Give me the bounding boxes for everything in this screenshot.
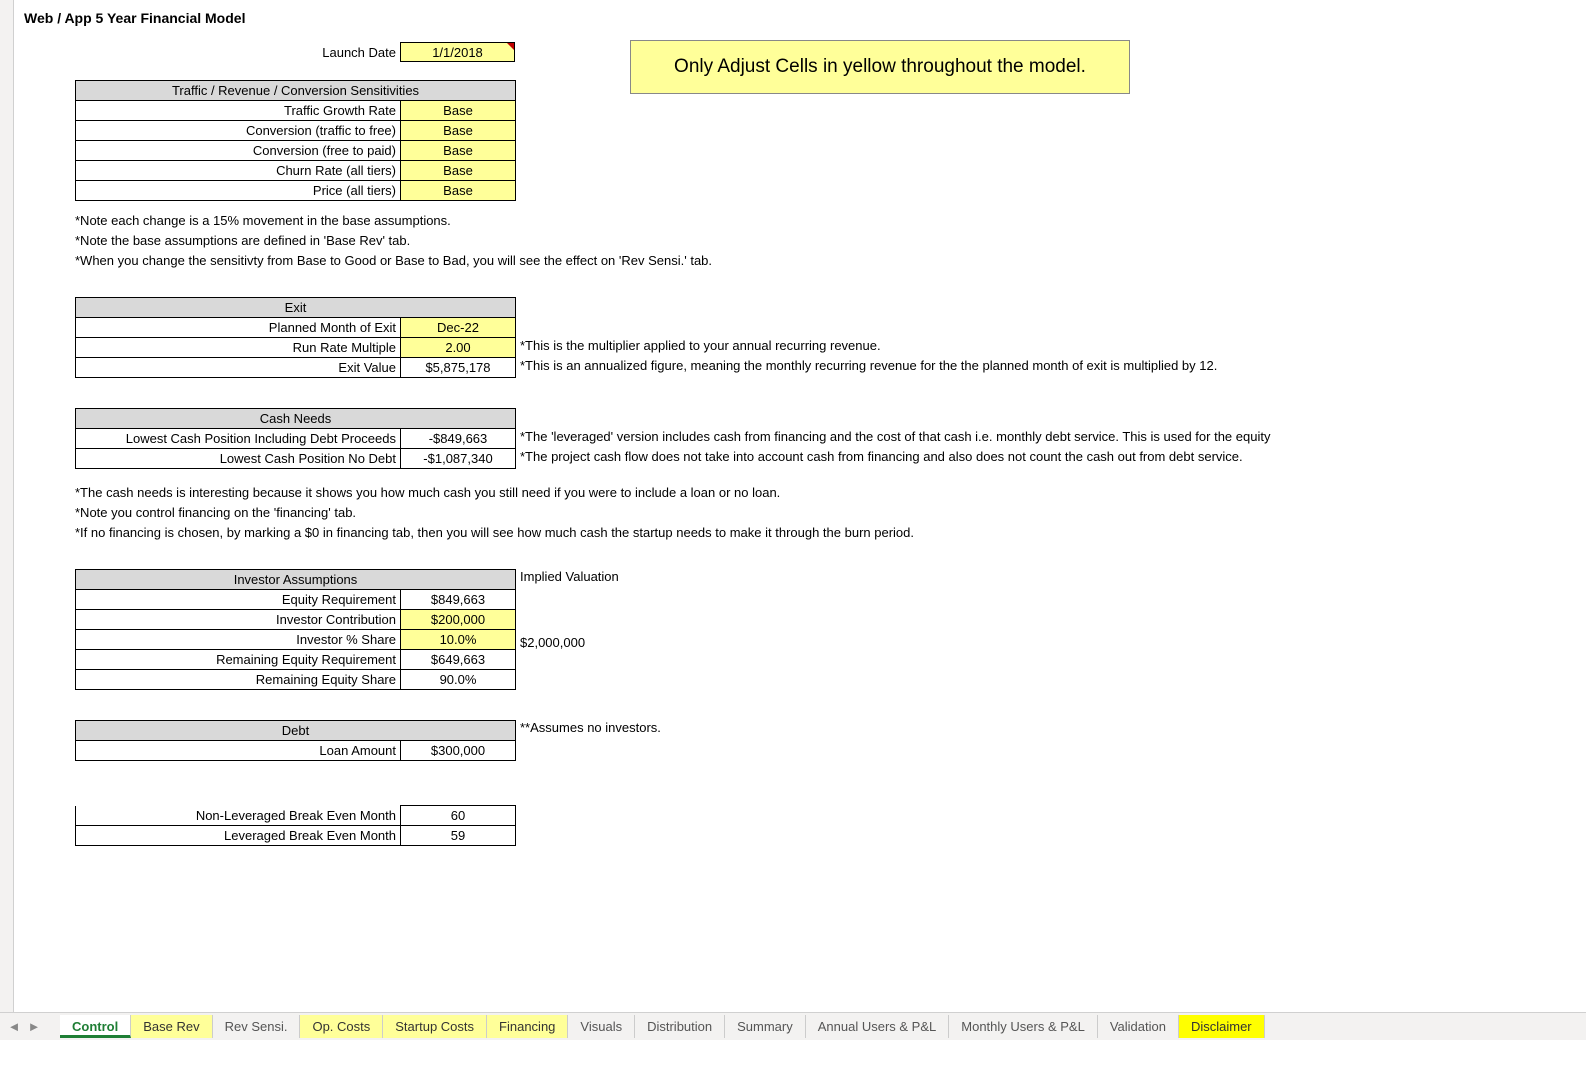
inv-label: Equity Requirement: [76, 590, 401, 610]
inv-value: 90.0%: [401, 670, 516, 690]
cash-notes: *The cash needs is interesting because i…: [75, 483, 1586, 543]
content-region: Launch Date 1/1/2018 Traffic / Revenue /…: [75, 42, 1586, 846]
inv-label: Investor Contribution: [76, 610, 401, 630]
sheet-tab-op-costs[interactable]: Op. Costs: [300, 1015, 383, 1038]
sheet-tab-summary[interactable]: Summary: [725, 1015, 806, 1038]
be-label: Leveraged Break Even Month: [76, 826, 401, 846]
note-line: *Note the base assumptions are defined i…: [75, 231, 1586, 251]
implied-valuation-header: Implied Valuation: [516, 569, 619, 591]
sens-label: Traffic Growth Rate: [76, 101, 401, 121]
inv-value[interactable]: 10.0%: [401, 630, 516, 650]
sheet-tab-rev-sensi[interactable]: Rev Sensi.: [213, 1015, 301, 1038]
page-title: Web / App 5 Year Financial Model: [24, 10, 1586, 26]
cash-value: -$849,663: [401, 429, 516, 449]
cash-note: *The 'leveraged' version includes cash f…: [516, 429, 1270, 449]
launch-date-label: Launch Date: [75, 45, 400, 60]
sensitivities-table: Traffic / Revenue / Conversion Sensitivi…: [75, 80, 516, 201]
sheet-tab-control[interactable]: Control: [60, 1015, 131, 1038]
inv-value[interactable]: $200,000: [401, 610, 516, 630]
inv-note: [516, 613, 619, 635]
sens-value[interactable]: Base: [401, 121, 516, 141]
note-line: *If no financing is chosen, by marking a…: [75, 523, 1586, 543]
tab-nav-next-icon[interactable]: ►: [24, 1019, 44, 1034]
exit-label: Run Rate Multiple: [76, 338, 401, 358]
cash-value: -$1,087,340: [401, 449, 516, 469]
launch-date-input[interactable]: 1/1/2018: [400, 42, 515, 62]
exit-label: Planned Month of Exit: [76, 318, 401, 338]
sens-label: Conversion (free to paid): [76, 141, 401, 161]
sheet-tab-visuals[interactable]: Visuals: [568, 1015, 635, 1038]
debt-side-note: **Assumes no investors.: [516, 720, 661, 742]
cash-header: Cash Needs: [76, 409, 516, 429]
note-line: *Note you control financing on the 'fina…: [75, 503, 1586, 523]
sens-label: Conversion (traffic to free): [76, 121, 401, 141]
be-value: 59: [401, 826, 516, 846]
sens-label: Price (all tiers): [76, 181, 401, 201]
debt-value: $300,000: [401, 741, 516, 761]
worksheet-area: Web / App 5 Year Financial Model Only Ad…: [0, 0, 1586, 1040]
inv-value: $849,663: [401, 590, 516, 610]
exit-note: *This is an annualized figure, meaning t…: [516, 358, 1217, 378]
sheet-tab-disclaimer[interactable]: Disclaimer: [1179, 1015, 1265, 1038]
sheet-tab-base-rev[interactable]: Base Rev: [131, 1015, 212, 1038]
investor-table: Investor Assumptions Equity Requirement$…: [75, 569, 516, 690]
instruction-note: Only Adjust Cells in yellow throughout t…: [630, 40, 1130, 94]
inv-label: Remaining Equity Share: [76, 670, 401, 690]
exit-value: $5,875,178: [401, 358, 516, 378]
inv-label: Investor % Share: [76, 630, 401, 650]
implied-valuation-value: $2,000,000: [516, 635, 619, 657]
cash-note: *The project cash flow does not take int…: [516, 449, 1270, 469]
cash-needs-table: Cash Needs Lowest Cash Position Includin…: [75, 408, 516, 469]
note-line: *When you change the sensitivty from Bas…: [75, 251, 1586, 271]
sheet-tab-financing[interactable]: Financing: [487, 1015, 568, 1038]
exit-note: *This is the multiplier applied to your …: [516, 338, 1217, 358]
sheet-tab-distribution[interactable]: Distribution: [635, 1015, 725, 1038]
debt-header: Debt: [76, 721, 516, 741]
exit-label: Exit Value: [76, 358, 401, 378]
inv-note: [516, 591, 619, 613]
sens-label: Churn Rate (all tiers): [76, 161, 401, 181]
be-value: 60: [401, 806, 516, 826]
sens-value[interactable]: Base: [401, 141, 516, 161]
sensitivities-header: Traffic / Revenue / Conversion Sensitivi…: [76, 81, 516, 101]
sens-value[interactable]: Base: [401, 101, 516, 121]
sensitivities-notes: *Note each change is a 15% movement in t…: [75, 211, 1586, 271]
sheet-tab-validation[interactable]: Validation: [1098, 1015, 1179, 1038]
exit-value[interactable]: Dec-22: [401, 318, 516, 338]
sheet-tab-startup-costs[interactable]: Startup Costs: [383, 1015, 487, 1038]
be-label: Non-Leveraged Break Even Month: [76, 806, 401, 826]
inv-value: $649,663: [401, 650, 516, 670]
breakeven-table: Non-Leveraged Break Even Month60 Leverag…: [75, 805, 516, 846]
sheet-tab-monthly-users-pl[interactable]: Monthly Users & P&L: [949, 1015, 1098, 1038]
exit-table: Exit Planned Month of ExitDec-22 Run Rat…: [75, 297, 516, 378]
sheet-tab-strip: ◄ ► Control Base Rev Rev Sensi. Op. Cost…: [0, 1012, 1586, 1040]
cash-label: Lowest Cash Position Including Debt Proc…: [76, 429, 401, 449]
exit-value[interactable]: 2.00: [401, 338, 516, 358]
debt-table: Debt Loan Amount$300,000: [75, 720, 516, 761]
inv-label: Remaining Equity Requirement: [76, 650, 401, 670]
investor-header: Investor Assumptions: [76, 570, 516, 590]
cash-label: Lowest Cash Position No Debt: [76, 449, 401, 469]
note-line: *The cash needs is interesting because i…: [75, 483, 1586, 503]
sens-value[interactable]: Base: [401, 181, 516, 201]
sheet-tab-annual-users-pl[interactable]: Annual Users & P&L: [806, 1015, 950, 1038]
row-gutter: [0, 0, 14, 1040]
sens-value[interactable]: Base: [401, 161, 516, 181]
note-line: *Note each change is a 15% movement in t…: [75, 211, 1586, 231]
debt-label: Loan Amount: [76, 741, 401, 761]
exit-note: [516, 318, 1217, 338]
exit-header: Exit: [76, 298, 516, 318]
tab-nav-prev-icon[interactable]: ◄: [4, 1019, 24, 1034]
